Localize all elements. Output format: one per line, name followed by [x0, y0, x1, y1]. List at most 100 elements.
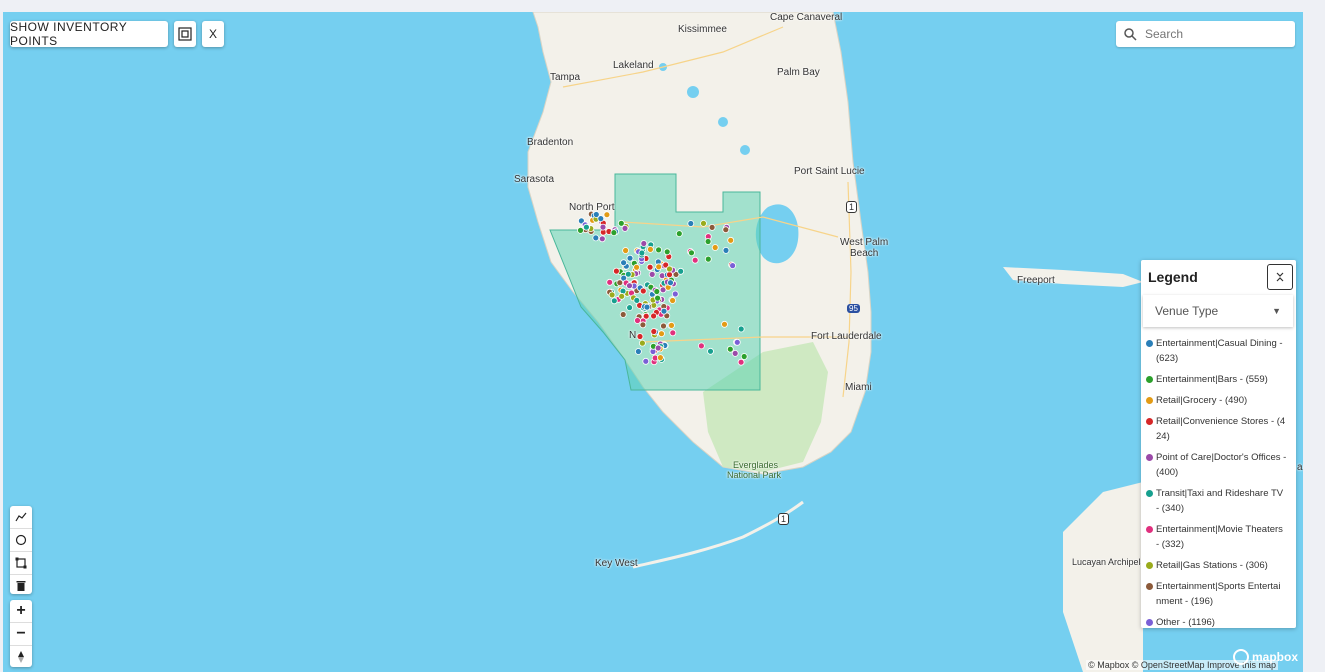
venue-point[interactable] [654, 294, 661, 302]
venue-point[interactable] [639, 321, 647, 329]
venue-point[interactable] [638, 249, 646, 257]
venue-point[interactable] [653, 288, 661, 295]
venue-point[interactable] [737, 358, 745, 366]
venue-point[interactable] [671, 290, 679, 298]
venue-point[interactable] [650, 312, 657, 320]
venue-point[interactable] [646, 263, 654, 271]
venue-point[interactable] [654, 344, 662, 352]
search-icon [1124, 28, 1137, 41]
venue-point[interactable] [613, 267, 620, 275]
venue-point[interactable] [617, 219, 625, 227]
venue-point[interactable] [722, 226, 730, 234]
compass-icon[interactable] [10, 646, 32, 668]
show-inventory-points-button[interactable]: SHOW INVENTORY POINTS [10, 20, 168, 48]
circle-draw-icon[interactable] [10, 529, 32, 552]
venue-point[interactable] [621, 224, 629, 232]
venue-point[interactable] [666, 271, 673, 279]
venue-point[interactable] [711, 244, 719, 251]
venue-point[interactable] [726, 345, 734, 353]
venue-type-dropdown[interactable]: Venue Type ▼ [1143, 295, 1293, 327]
venue-point[interactable] [624, 270, 632, 278]
trash-icon[interactable] [10, 575, 32, 597]
venue-point[interactable] [636, 333, 644, 340]
venue-point[interactable] [608, 291, 616, 299]
venue-point[interactable] [626, 282, 633, 290]
venue-point[interactable] [660, 322, 667, 330]
venue-point[interactable] [704, 238, 712, 245]
venue-point[interactable] [668, 321, 675, 329]
line-draw-icon[interactable] [10, 506, 32, 529]
legend-item: Entertainment|Movie Theaters - (332) [1146, 522, 1291, 552]
venue-point[interactable] [722, 246, 730, 254]
zoom-out-button[interactable]: − [10, 623, 32, 646]
venue-point[interactable] [691, 256, 699, 264]
venue-point[interactable] [635, 348, 642, 355]
venue-point[interactable] [657, 354, 664, 362]
venue-point[interactable] [727, 236, 735, 244]
venue-point[interactable] [577, 226, 584, 234]
venue-point[interactable] [648, 270, 656, 278]
polygon-draw-icon[interactable] [10, 552, 32, 575]
venue-point[interactable] [610, 297, 618, 305]
venue-point[interactable] [700, 219, 707, 227]
venue-point[interactable] [606, 278, 614, 286]
venue-point[interactable] [737, 325, 745, 333]
venue-point[interactable] [675, 230, 683, 238]
venue-point[interactable] [721, 320, 728, 328]
venue-point[interactable] [729, 262, 736, 270]
venue-point[interactable] [592, 234, 600, 242]
venue-point[interactable] [740, 353, 748, 360]
venue-point[interactable] [704, 255, 712, 263]
venue-point[interactable] [660, 307, 668, 315]
legend-collapse-button[interactable] [1267, 264, 1293, 290]
venue-point[interactable] [620, 259, 627, 267]
venue-point[interactable] [626, 304, 633, 312]
venue-point[interactable] [599, 223, 607, 231]
map-label-freeport: Freeport [1017, 275, 1055, 286]
venue-point[interactable] [669, 297, 676, 304]
search-input[interactable] [1143, 26, 1287, 42]
select-area-button[interactable] [174, 21, 196, 47]
venue-point[interactable] [619, 311, 627, 318]
map-label-miami: Miami [845, 382, 872, 393]
venue-point[interactable] [688, 249, 695, 257]
venue-point[interactable] [677, 267, 685, 275]
venue-point[interactable] [622, 247, 629, 254]
venue-point[interactable] [731, 349, 739, 357]
close-button[interactable]: X [202, 21, 224, 47]
search-box[interactable] [1116, 21, 1295, 47]
venue-point[interactable] [698, 342, 705, 350]
venue-point[interactable] [667, 279, 674, 287]
venue-point[interactable] [633, 263, 640, 271]
venue-point[interactable] [647, 245, 654, 253]
venue-point[interactable] [643, 303, 651, 311]
venue-point[interactable] [598, 235, 606, 243]
map-canvas[interactable]: Cape Canaveral Kissimmee Tampa Lakeland … [3, 12, 1303, 672]
venue-point[interactable] [733, 338, 741, 346]
legend-color-dot [1146, 418, 1153, 425]
venue-point[interactable] [639, 287, 647, 295]
venue-point[interactable] [687, 220, 695, 227]
venue-point[interactable] [583, 223, 590, 231]
venue-point[interactable] [642, 357, 650, 365]
venue-point[interactable] [640, 240, 648, 247]
venue-point[interactable] [663, 248, 671, 256]
venue-point[interactable] [666, 265, 673, 273]
legend-color-dot [1146, 562, 1153, 569]
zoom-in-button[interactable]: + [10, 600, 32, 623]
mapbox-logo[interactable]: mapbox [1233, 649, 1298, 665]
map-label-edge-fragment: a [1297, 462, 1303, 473]
venue-point[interactable] [708, 223, 716, 231]
venue-point[interactable] [655, 246, 662, 254]
venue-point[interactable] [655, 263, 663, 271]
venue-point[interactable] [707, 347, 714, 355]
venue-point[interactable] [658, 330, 665, 338]
venue-point[interactable] [650, 328, 658, 335]
venue-point[interactable] [626, 254, 634, 262]
venue-point[interactable] [634, 317, 641, 324]
venue-point[interactable] [633, 296, 641, 304]
venue-point[interactable] [669, 329, 677, 337]
venue-point[interactable] [618, 292, 626, 300]
venue-point[interactable] [610, 229, 618, 237]
venue-point[interactable] [639, 339, 646, 347]
